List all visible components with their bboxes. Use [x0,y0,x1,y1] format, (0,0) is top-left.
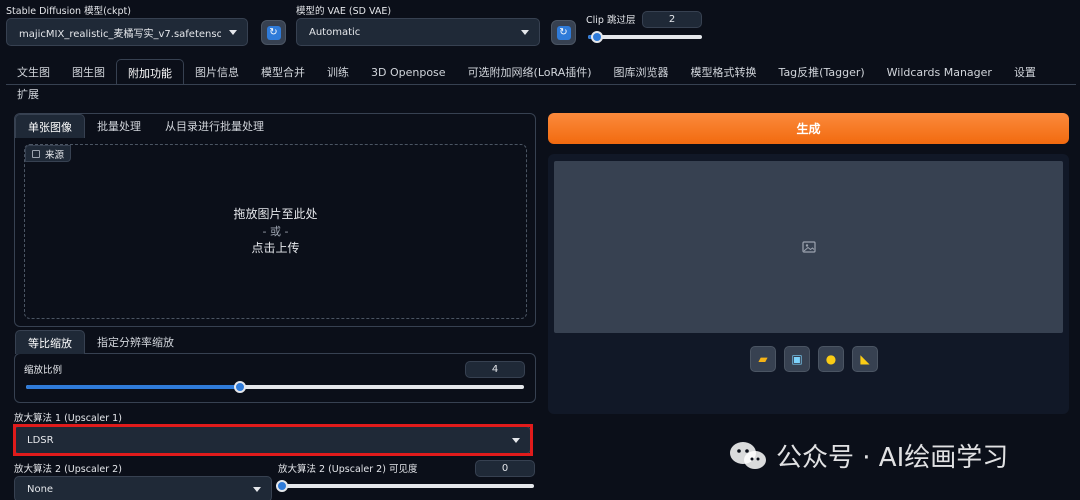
tab-train[interactable]: 训练 [316,59,360,85]
tab-settings[interactable]: 设置 [1003,59,1047,85]
tab-scale-by[interactable]: 等比缩放 [15,330,85,354]
watermark-text: 公众号 · AI绘画学习 [776,443,1009,473]
send-to-extras-button[interactable]: ◣ [852,346,878,372]
refresh-icon: ↻ [556,25,571,40]
visibility-slider-thumb[interactable] [276,480,288,492]
image-placeholder-icon [801,241,816,253]
send-to-img2img-button[interactable]: ▣ [784,346,810,372]
upscaler2-visibility-label: 放大算法 2 (Upscaler 2) 可见度 [278,464,418,475]
output-image-area [554,161,1063,333]
ruler-icon: ◣ [860,352,870,366]
vae-value: Automatic [309,26,361,38]
tab-tagger[interactable]: Tag反推(Tagger) [768,59,876,85]
tab-extensions[interactable]: 扩展 [6,82,50,106]
drop-or-text: - 或 - [262,225,289,238]
scale-tab-bar: 等比缩放 指定分辨率缩放 [15,330,186,354]
model-label: Stable Diffusion 模型(ckpt) [6,6,131,17]
clip-label: Clip 跳过层 [586,15,636,26]
model-value: majicMIX_realistic_麦橘写实_v7.safetensors [… [19,28,221,40]
wechat-icon [730,441,766,469]
open-folder-button[interactable]: ▰ [750,346,776,372]
chevron-down-icon [229,29,237,35]
tab-batch-process[interactable]: 批量处理 [85,114,153,138]
chevron-down-icon [521,29,529,35]
tab-additional-networks[interactable]: 可选附加网络(LoRA插件) [457,59,603,85]
tab-divider [6,84,1076,85]
chevron-down-icon [253,486,261,492]
tab-single-image[interactable]: 单张图像 [15,114,85,138]
picture-icon: ▣ [791,352,803,366]
clip-skip-input[interactable]: 2 [642,11,702,28]
folder-icon: ▰ [758,352,768,366]
clip-skip-slider[interactable] [588,31,702,43]
source-badge: 来源 [25,145,72,162]
image-tab-bar: 单张图像 批量处理 从目录进行批量处理 [15,114,276,138]
upscaler2-visibility-input[interactable]: 0 [475,460,535,477]
refresh-model-button[interactable]: ↻ [261,20,286,45]
click-upload-text: 点击上传 [251,241,300,255]
upscaler1-label: 放大算法 1 (Upscaler 1) [14,413,122,424]
send-to-inpaint-button[interactable]: ● [818,346,844,372]
tab-checkpoint-merger[interactable]: 模型合并 [250,59,316,85]
source-label: 来源 [45,149,65,161]
tab-wildcards-manager[interactable]: Wildcards Manager [876,59,1003,85]
upscaler2-value: None [27,483,54,495]
refresh-icon: ↻ [266,25,281,40]
tab-png-info[interactable]: 图片信息 [184,59,250,85]
tab-batch-from-directory[interactable]: 从目录进行批量处理 [153,114,276,138]
refresh-vae-button[interactable]: ↻ [551,20,576,45]
upscaler2-visibility-slider[interactable] [276,480,534,492]
watermark: 公众号 · AI绘画学习 [728,437,1008,474]
palette-icon: ● [825,352,837,366]
scale-panel [14,353,536,403]
tab-image-browser[interactable]: 图库浏览器 [603,59,680,85]
scale-slider-fill [26,385,241,389]
drop-instructions: 拖放图片至此处 - 或 - 点击上传 [24,206,527,257]
output-action-bar: ▰ ▣ ● ◣ [750,346,878,372]
scale-slider[interactable] [26,381,524,393]
tab-extras[interactable]: 附加功能 [116,59,184,85]
tab-model-converter[interactable]: 模型格式转换 [680,59,768,85]
tab-scale-to[interactable]: 指定分辨率缩放 [85,330,186,354]
main-tab-bar: 文生图 图生图 附加功能 图片信息 模型合并 训练 3D Openpose 可选… [6,59,1076,85]
generate-button[interactable]: 生成 [548,113,1069,144]
clip-slider-thumb[interactable] [591,31,604,43]
scale-input[interactable]: 4 [465,361,525,378]
tab-3d-openpose[interactable]: 3D Openpose [360,59,457,85]
drop-text: 拖放图片至此处 [233,207,318,221]
vae-label: 模型的 VAE (SD VAE) [296,6,392,17]
upscaler2-label: 放大算法 2 (Upscaler 2) [14,464,122,475]
image-icon [32,149,40,158]
model-dropdown[interactable]: majicMIX_realistic_麦橘写实_v7.safetensors [… [6,18,248,46]
vae-dropdown[interactable]: Automatic [296,18,540,46]
tab-img2img[interactable]: 图生图 [61,59,116,85]
scale-label: 缩放比例 [24,365,63,376]
upscaler2-dropdown[interactable]: None [14,476,272,500]
highlight-box [13,424,533,456]
